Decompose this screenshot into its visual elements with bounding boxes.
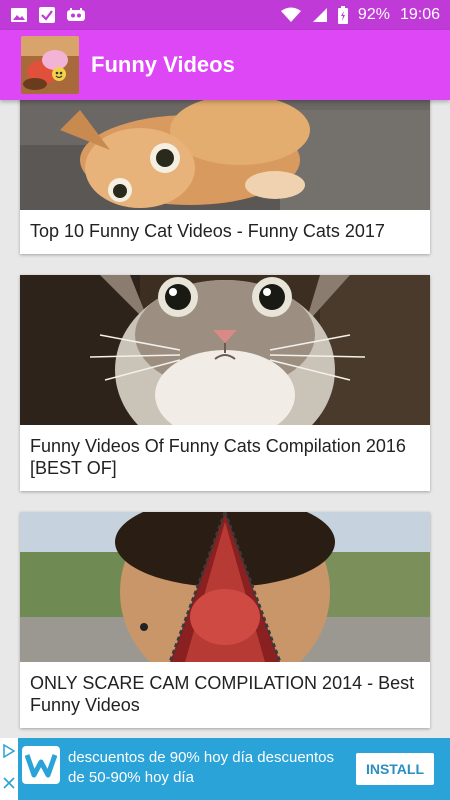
check-icon (38, 6, 56, 24)
battery-percent: 92% (357, 6, 390, 23)
close-icon[interactable] (3, 776, 15, 794)
image-icon (10, 7, 28, 23)
ad-text[interactable]: descuentos de 90% hoy día descuentos de … (68, 748, 343, 788)
ad-banner[interactable]: descuentos de 90% hoy día descuentos de … (0, 738, 450, 800)
video-title[interactable]: ONLY SCARE CAM COMPILATION 2014 - Best F… (20, 662, 430, 728)
app-title: Funny Videos (91, 52, 235, 77)
battery-icon (337, 6, 348, 24)
ad-choices[interactable] (0, 738, 18, 800)
video-card[interactable]: Top 10 Funny Cat Videos - Funny Cats 201… (20, 100, 430, 254)
ad-app-logo[interactable] (22, 746, 60, 784)
app-logo (21, 36, 79, 94)
video-thumbnail[interactable] (20, 100, 430, 210)
video-title[interactable]: Funny Videos Of Funny Cats Compilation 2… (20, 425, 430, 491)
video-feed[interactable]: Top 10 Funny Cat Videos - Funny Cats 201… (0, 100, 450, 738)
video-card[interactable]: Funny Videos Of Funny Cats Compilation 2… (20, 275, 430, 491)
install-button[interactable]: INSTALL (356, 753, 434, 785)
wifi-icon (280, 7, 302, 23)
status-bar: 92% 19:06 (0, 0, 450, 30)
video-thumbnail[interactable] (20, 512, 430, 662)
video-thumbnail[interactable] (20, 275, 430, 425)
video-title[interactable]: Top 10 Funny Cat Videos - Funny Cats 201… (20, 210, 430, 254)
ad-info-icon[interactable] (3, 743, 16, 763)
app-bar: Funny Videos (0, 30, 450, 100)
video-card[interactable]: ONLY SCARE CAM COMPILATION 2014 - Best F… (20, 512, 430, 728)
signal-icon (312, 7, 328, 23)
clock: 19:06 (399, 6, 440, 23)
game-icon (66, 7, 86, 23)
